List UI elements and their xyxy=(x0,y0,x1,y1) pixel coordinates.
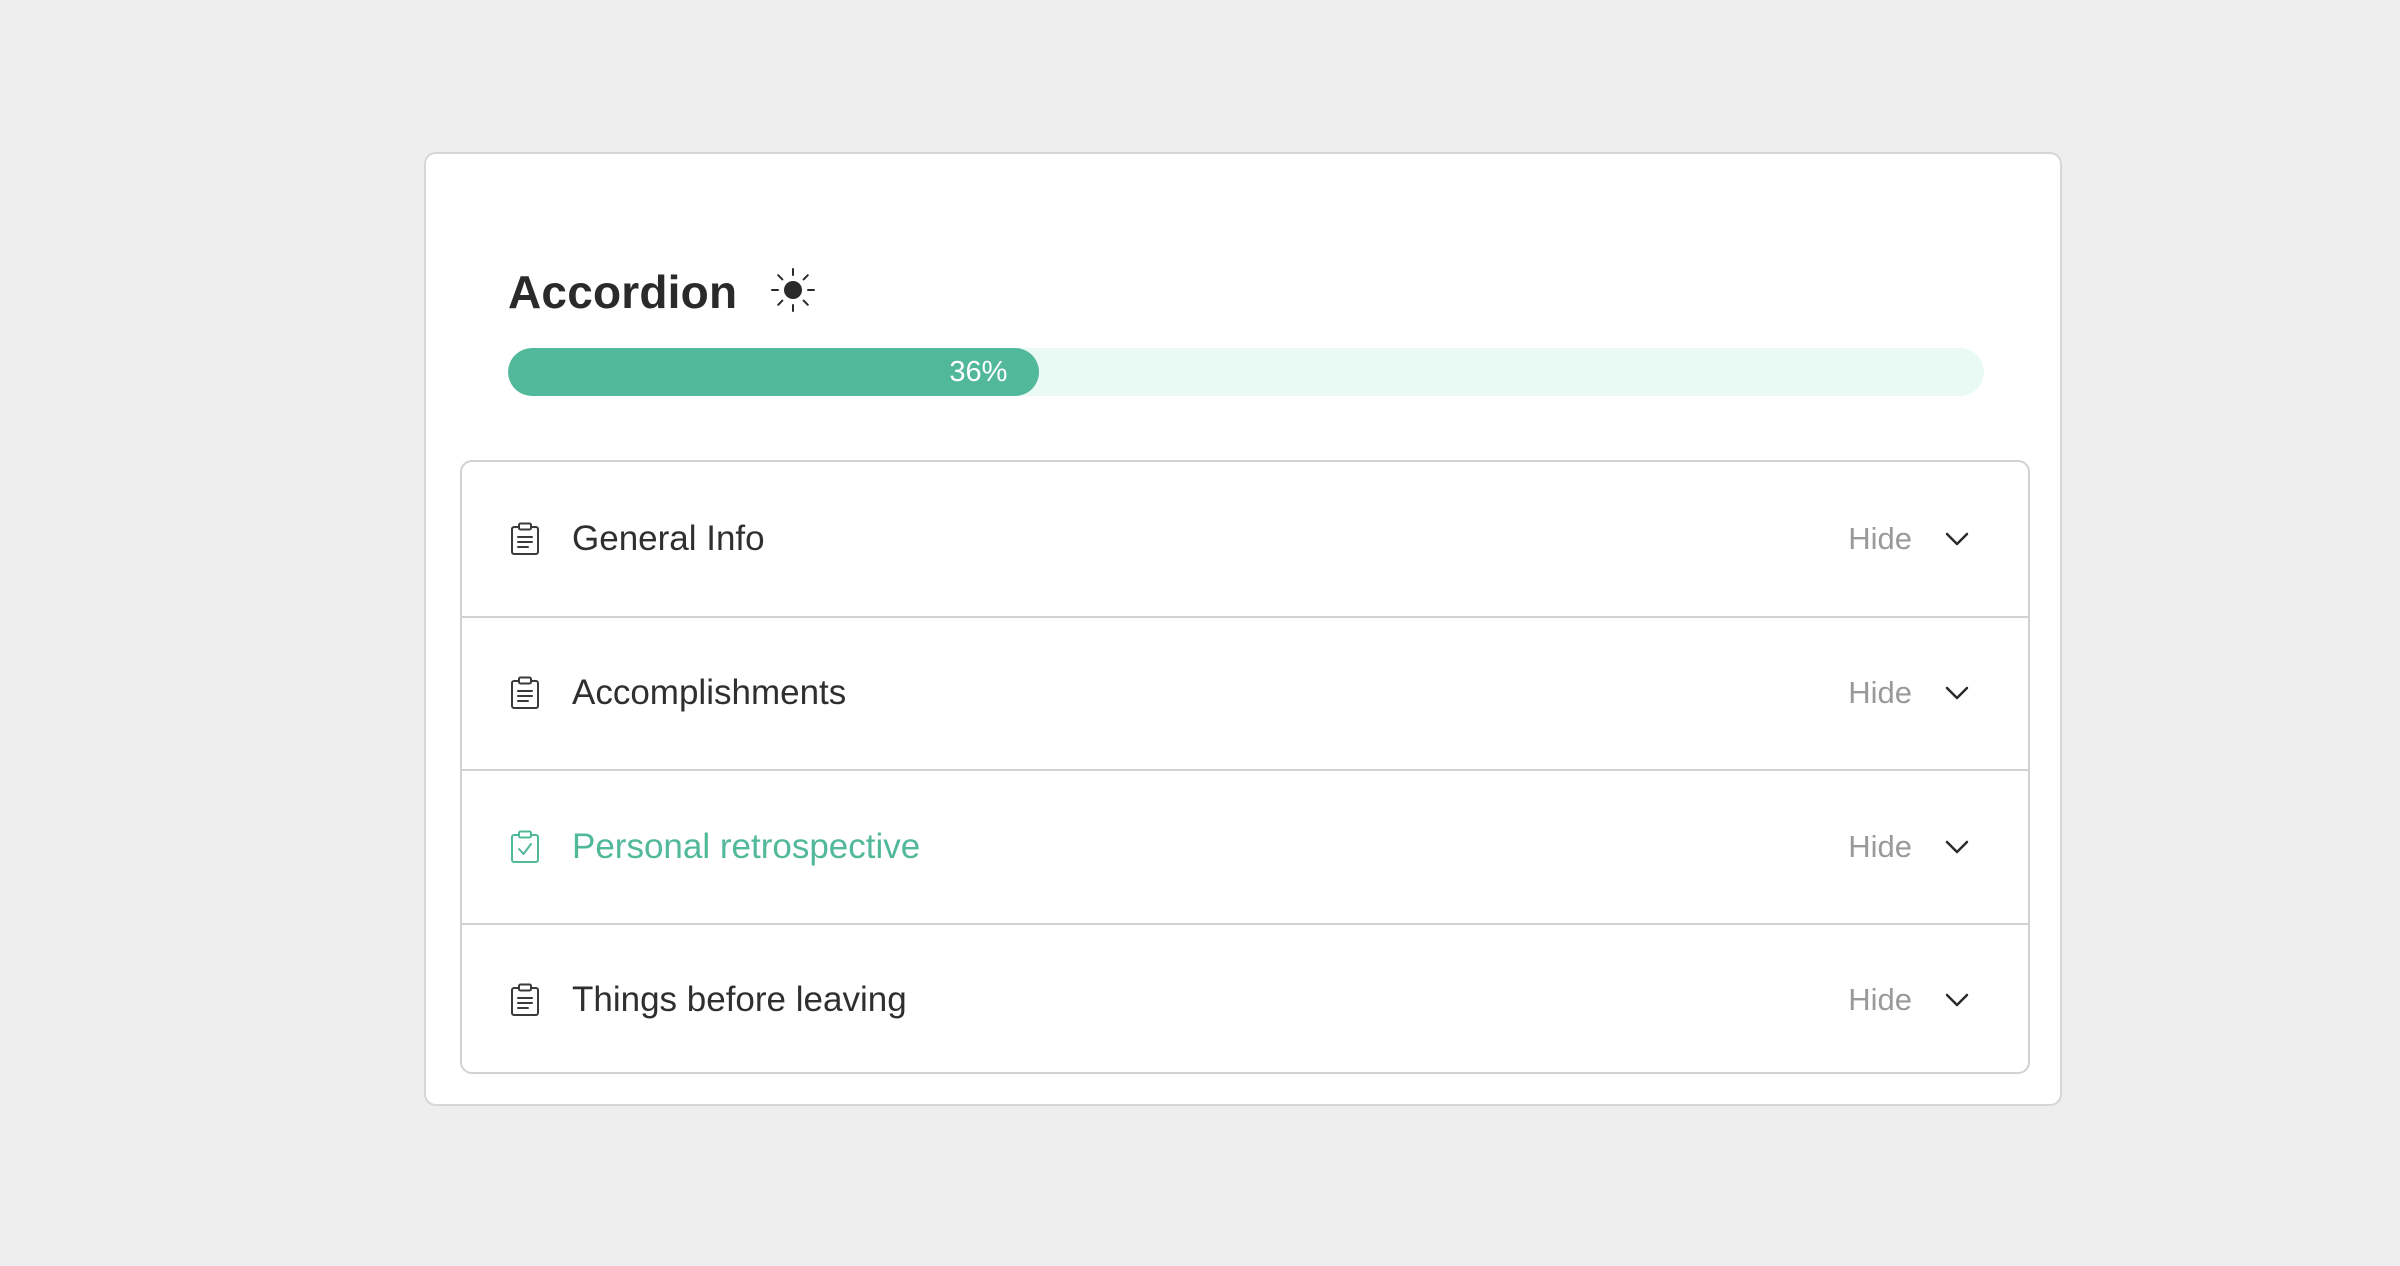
page-title: Accordion xyxy=(508,266,738,318)
card-header: Accordion xyxy=(508,252,817,332)
accordion-item-general-info[interactable]: General Info Hide xyxy=(462,462,2028,616)
accordion-item-label: General Info xyxy=(572,518,765,558)
progress-bar: 36% xyxy=(508,348,1984,396)
accordion-card: Accordion 36% General Info Hide Accompli… xyxy=(424,152,2062,1106)
clipboard-list-icon xyxy=(508,676,542,710)
hide-toggle[interactable]: Hide xyxy=(1848,675,1912,711)
clipboard-list-icon xyxy=(508,983,542,1017)
clipboard-list-icon xyxy=(508,522,542,556)
accordion-item-things-before-leaving[interactable]: Things before leaving Hide xyxy=(462,922,2028,1073)
accordion-item-label: Things before leaving xyxy=(572,980,907,1020)
accordion-item-personal-retrospective[interactable]: Personal retrospective Hide xyxy=(462,769,2028,923)
progress-fill: 36% xyxy=(508,348,1040,396)
hide-toggle[interactable]: Hide xyxy=(1848,521,1912,557)
accordion: General Info Hide Accomplishments Hide P… xyxy=(460,460,2030,1074)
theme-toggle-button[interactable] xyxy=(769,266,817,319)
chevron-down-icon[interactable] xyxy=(1942,985,1972,1015)
accordion-item-label: Personal retrospective xyxy=(572,826,921,866)
accordion-item-accomplishments[interactable]: Accomplishments Hide xyxy=(462,615,2028,770)
sun-icon xyxy=(769,266,817,319)
progress-label: 36% xyxy=(949,355,1008,388)
chevron-down-icon[interactable] xyxy=(1942,524,1972,554)
clipboard-check-icon xyxy=(508,830,542,864)
accordion-item-label: Accomplishments xyxy=(572,673,847,713)
chevron-down-icon[interactable] xyxy=(1942,678,1972,708)
hide-toggle[interactable]: Hide xyxy=(1848,829,1912,865)
chevron-down-icon[interactable] xyxy=(1942,832,1972,862)
hide-toggle[interactable]: Hide xyxy=(1848,982,1912,1018)
